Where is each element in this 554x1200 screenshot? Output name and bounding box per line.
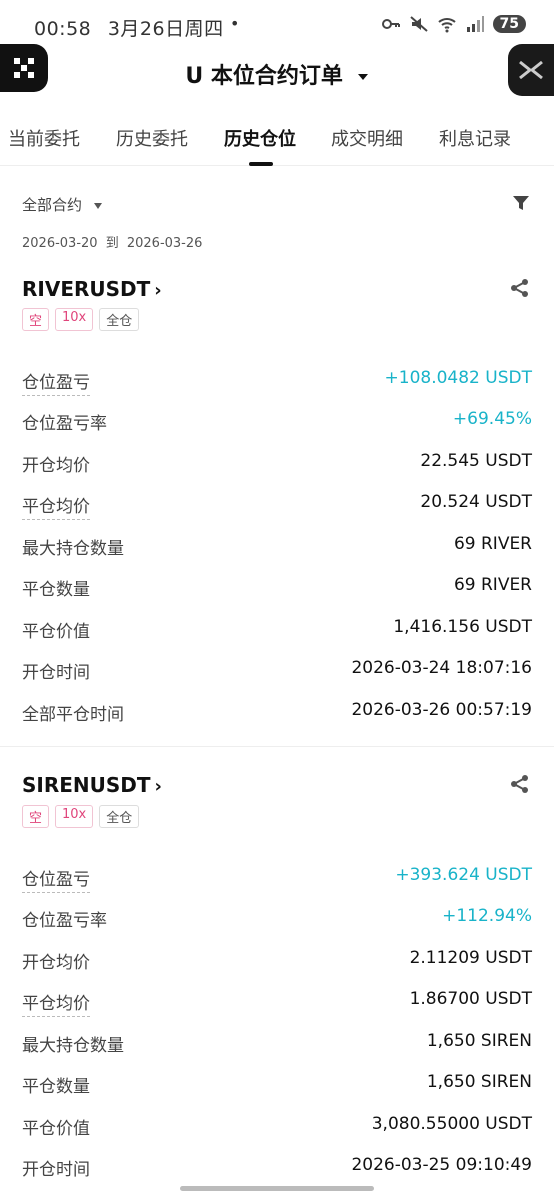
symbol-text: SIRENUSDT <box>22 773 151 797</box>
chevron-right-icon: › <box>154 280 162 301</box>
row-label: 全部平仓时间 <box>22 705 124 725</box>
close-qty-row: 平仓数量 69 RIVER <box>22 575 532 605</box>
divider <box>0 746 554 747</box>
row-value: 69 RIVER <box>453 575 532 595</box>
margin-mode-tag: 全仓 <box>99 805 140 828</box>
wifi-icon <box>437 18 456 33</box>
close-price-row: 平仓均价 20.524 USDT <box>22 492 532 522</box>
signal-icon <box>466 16 484 32</box>
tab-position-history[interactable]: 历史仓位 <box>224 125 296 151</box>
row-label: 最大持仓数量 <box>22 539 124 559</box>
row-value: 1.86700 USDT <box>409 989 532 1009</box>
caret-down-icon <box>93 202 102 209</box>
row-label: 最大持仓数量 <box>22 1036 124 1056</box>
date-from: 2026-03-20 <box>22 236 98 251</box>
tab-trade-details[interactable]: 成交明细 <box>331 125 403 151</box>
mute-icon <box>409 16 428 32</box>
leverage-tag: 10x <box>55 805 94 828</box>
share-icon[interactable] <box>510 774 530 794</box>
tab-current-orders[interactable]: 当前委托 <box>8 125 80 151</box>
row-label[interactable]: 仓位盈亏 <box>22 368 90 396</box>
full-close-time-row: 全部平仓时间 2026-03-26 00:57:19 <box>22 700 532 730</box>
battery-indicator: 75 <box>492 15 526 33</box>
page-title[interactable]: U 本位合约订单 <box>0 58 554 90</box>
home-indicator[interactable] <box>180 1186 374 1191</box>
page-title-text: U 本位合约订单 <box>185 64 343 89</box>
row-label: 仓位盈亏率 <box>22 911 107 931</box>
status-time: 00:58 3月26日周四 <box>34 14 224 41</box>
pnl-row: 仓位盈亏 +108.0482 USDT <box>22 368 532 398</box>
row-value: 1,416.156 USDT <box>393 617 532 637</box>
position-tags: 空 10x 全仓 <box>22 308 140 331</box>
open-time-row: 开仓时间 2026-03-25 09:10:49 <box>22 1155 532 1185</box>
row-value: 1,650 SIREN <box>426 1072 532 1092</box>
row-label[interactable]: 平仓均价 <box>22 492 90 520</box>
row-value: 2026-03-24 18:07:16 <box>351 658 532 678</box>
filter-icon[interactable] <box>512 194 530 212</box>
pnl-rate-row: 仓位盈亏率 +69.45% <box>22 409 532 439</box>
close-value-row: 平仓价值 1,416.156 USDT <box>22 617 532 647</box>
row-value: 20.524 USDT <box>420 492 532 512</box>
row-label: 开仓时间 <box>22 1160 90 1180</box>
row-value: 3,080.55000 USDT <box>371 1114 532 1134</box>
max-position-row: 最大持仓数量 69 RIVER <box>22 534 532 564</box>
row-value: +108.0482 USDT <box>384 368 532 388</box>
row-label: 平仓价值 <box>22 1119 90 1139</box>
close-qty-row: 平仓数量 1,650 SIREN <box>22 1072 532 1102</box>
side-tag: 空 <box>22 805 50 828</box>
row-value: +393.624 USDT <box>395 865 532 885</box>
row-value: +112.94% <box>442 906 532 926</box>
share-icon[interactable] <box>510 278 530 298</box>
leverage-tag: 10x <box>55 308 94 331</box>
pnl-row: 仓位盈亏 +393.624 USDT <box>22 865 532 895</box>
notification-dot: • <box>230 14 240 33</box>
status-icons: 75 <box>381 14 526 34</box>
close-price-row: 平仓均价 1.86700 USDT <box>22 989 532 1019</box>
date-to: 2026-03-26 <box>126 236 203 251</box>
symbol-text: RIVERUSDT <box>22 277 151 301</box>
chevron-right-icon: › <box>154 776 162 797</box>
contract-select[interactable]: 全部合约 <box>22 194 103 215</box>
max-position-row: 最大持仓数量 1,650 SIREN <box>22 1031 532 1061</box>
row-value: 22.545 USDT <box>420 451 532 471</box>
position-symbol[interactable]: SIRENUSDT › <box>22 773 162 797</box>
open-price-row: 开仓均价 2.11209 USDT <box>22 948 532 978</box>
key-icon <box>381 19 400 29</box>
row-value: 1,650 SIREN <box>426 1031 532 1051</box>
row-label: 平仓价值 <box>22 622 90 642</box>
active-tab-indicator <box>249 162 273 166</box>
row-label: 开仓均价 <box>22 953 90 973</box>
side-tag: 空 <box>22 308 50 331</box>
row-value: 69 RIVER <box>453 534 532 554</box>
date-range[interactable]: 2026-03-20 到 2026-03-26 <box>22 232 202 251</box>
clock: 00:58 <box>34 18 92 40</box>
row-label: 开仓均价 <box>22 456 90 476</box>
close-value-row: 平仓价值 3,080.55000 USDT <box>22 1114 532 1144</box>
row-value: 2.11209 USDT <box>409 948 532 968</box>
contract-select-label: 全部合约 <box>22 196 83 214</box>
tab-bar: 当前委托 历史委托 历史仓位 成交明细 利息记录 <box>0 120 554 166</box>
tab-interest-records[interactable]: 利息记录 <box>439 125 511 151</box>
row-label: 平仓数量 <box>22 580 90 600</box>
row-label: 开仓时间 <box>22 663 90 683</box>
date-separator: 到 <box>105 236 119 251</box>
margin-mode-tag: 全仓 <box>99 308 140 331</box>
caret-down-icon <box>357 74 368 80</box>
row-label: 仓位盈亏率 <box>22 414 107 434</box>
status-bar: 00:58 3月26日周四 • 75 <box>0 0 554 52</box>
position-tags: 空 10x 全仓 <box>22 805 140 828</box>
row-label[interactable]: 平仓均价 <box>22 989 90 1017</box>
row-label: 平仓数量 <box>22 1077 90 1097</box>
row-value: +69.45% <box>452 409 532 429</box>
pnl-rate-row: 仓位盈亏率 +112.94% <box>22 906 532 936</box>
row-label[interactable]: 仓位盈亏 <box>22 865 90 893</box>
tab-order-history[interactable]: 历史委托 <box>116 125 188 151</box>
row-value: 2026-03-26 00:57:19 <box>351 700 532 720</box>
row-value: 2026-03-25 09:10:49 <box>351 1155 532 1175</box>
open-price-row: 开仓均价 22.545 USDT <box>22 451 532 481</box>
date: 3月26日周四 <box>107 18 224 40</box>
open-time-row: 开仓时间 2026-03-24 18:07:16 <box>22 658 532 688</box>
position-symbol[interactable]: RIVERUSDT › <box>22 277 162 301</box>
